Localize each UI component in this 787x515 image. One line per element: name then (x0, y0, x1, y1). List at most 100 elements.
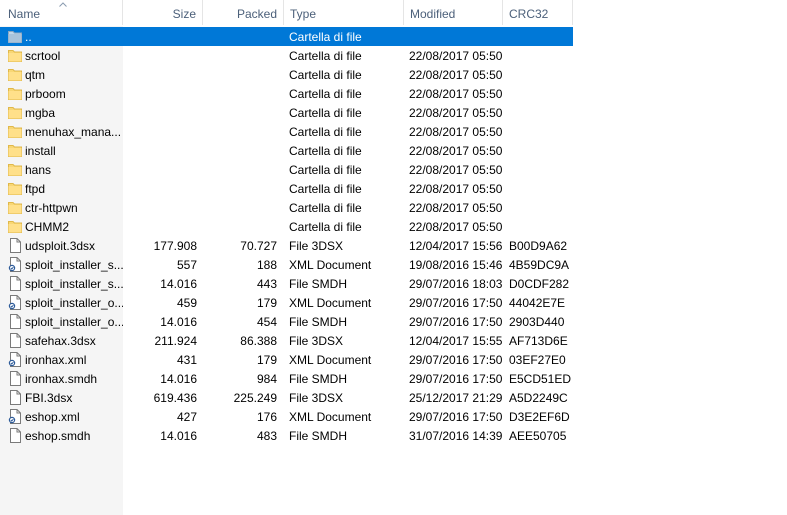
file-name: udsploit.3dsx (25, 239, 96, 253)
column-header-packed[interactable]: Packed (203, 0, 284, 25)
file-size (123, 103, 197, 122)
file-crc32: 4B59DC9A (509, 258, 570, 272)
file-type: XML Document (289, 296, 372, 310)
table-row[interactable]: mgba Cartella di file 22/08/2017 05:50 (0, 103, 787, 122)
file-size: 177.908 (153, 239, 197, 253)
table-row[interactable]: ironhax.xml 431 179 XML Document 29/07/2016 … (0, 350, 787, 369)
file-packed-size (203, 198, 277, 217)
file-crc32 (509, 27, 573, 46)
file-crc32 (509, 179, 573, 198)
table-row[interactable]: CHMM2 Cartella di file 22/08/2017 05:50 (0, 217, 787, 236)
table-row[interactable]: sploit_installer_o... 14.016 454 File SMDH 2… (0, 312, 787, 331)
file-name: install (25, 144, 56, 158)
file-list-view: Name Size Packed Type Modified CRC32 .. C… (0, 0, 787, 515)
table-row[interactable]: prboom Cartella di file 22/08/2017 05:50 (0, 84, 787, 103)
file-packed-size (203, 27, 277, 46)
table-row[interactable]: ctr-httpwn Cartella di file 22/08/2017 05:… (0, 198, 787, 217)
folder-icon (8, 105, 22, 120)
file-packed-size: 179 (256, 353, 277, 367)
file-packed-size: 225.249 (233, 391, 277, 405)
file-packed-size (203, 217, 277, 236)
folder-icon (8, 143, 22, 158)
folder-icon (8, 181, 22, 196)
file-crc32 (509, 160, 573, 179)
file-packed-size: 483 (256, 429, 277, 443)
file-modified: 22/08/2017 05:50 (409, 144, 503, 158)
file-name: sploit_installer_o... (25, 296, 123, 310)
table-row[interactable]: safehax.3dsx 211.924 86.388 File 3DSX 12/04/… (0, 331, 787, 350)
table-row[interactable]: eshop.xml 427 176 XML Document 29/07/2016 17… (0, 407, 787, 426)
file-modified: 22/08/2017 05:50 (409, 220, 503, 234)
file-size (123, 27, 197, 46)
table-row[interactable]: install Cartella di file 22/08/2017 05:50 (0, 141, 787, 160)
file-packed-size (203, 122, 277, 141)
file-modified: 12/04/2017 15:56 (409, 239, 503, 253)
file-name: CHMM2 (25, 220, 69, 234)
column-header-type[interactable]: Type (284, 0, 404, 25)
table-row[interactable]: qtm Cartella di file 22/08/2017 05:50 (0, 65, 787, 84)
file-crc32 (509, 198, 573, 217)
file-crc32 (509, 217, 573, 236)
table-row-selected[interactable]: .. Cartella di file (0, 27, 573, 46)
file-name: eshop.smdh (25, 429, 91, 443)
file-packed-size: 188 (256, 258, 277, 272)
table-row[interactable]: eshop.smdh 14.016 483 File SMDH 31/07/2016 1… (0, 426, 787, 445)
file-modified: 22/08/2017 05:50 (409, 125, 503, 139)
file-modified: 22/08/2017 05:50 (409, 163, 503, 177)
file-type: Cartella di file (289, 182, 362, 196)
file-name: ironhax.smdh (25, 372, 98, 386)
file-name: ironhax.xml (25, 353, 87, 367)
file-size: 14.016 (160, 315, 197, 329)
file-size (123, 217, 197, 236)
column-header-size[interactable]: Size (123, 0, 203, 25)
file-crc32: 2903D440 (509, 315, 565, 329)
column-header-crc32[interactable]: CRC32 (503, 0, 573, 25)
file-type: File SMDH (289, 429, 348, 443)
table-row[interactable]: udsploit.3dsx 177.908 70.727 File 3DSX 12/04… (0, 236, 787, 255)
file-size: 14.016 (160, 372, 197, 386)
file-modified: 29/07/2016 18:03 (409, 277, 503, 291)
file-type: XML Document (289, 258, 372, 272)
file-type: XML Document (289, 353, 372, 367)
column-header-modified[interactable]: Modified (404, 0, 503, 25)
file-icon (8, 333, 22, 348)
table-row[interactable]: scrtool Cartella di file 22/08/2017 05:50 (0, 46, 787, 65)
file-crc32 (509, 103, 573, 122)
folder-icon (8, 162, 22, 177)
xml-file-icon (8, 409, 22, 424)
table-row[interactable]: ironhax.smdh 14.016 984 File SMDH 29/07/2016… (0, 369, 787, 388)
file-crc32: D3E2EF6D (509, 410, 570, 424)
table-row[interactable]: sploit_installer_s... 557 188 XML Document 1… (0, 255, 787, 274)
table-row[interactable]: menuhax_mana... Cartella di file 22/08/201… (0, 122, 787, 141)
table-row[interactable]: FBI.3dsx 619.436 225.249 File 3DSX 25/12/201… (0, 388, 787, 407)
table-row[interactable]: hans Cartella di file 22/08/2017 05:50 (0, 160, 787, 179)
file-size (123, 84, 197, 103)
file-crc32: 03EF27E0 (509, 353, 566, 367)
file-modified: 22/08/2017 05:50 (409, 106, 503, 120)
file-name: menuhax_mana... (25, 125, 122, 139)
file-type: File SMDH (289, 277, 348, 291)
folder-icon (8, 86, 22, 101)
file-name: FBI.3dsx (25, 391, 73, 405)
file-modified (409, 27, 503, 46)
file-type: File 3DSX (289, 391, 344, 405)
file-modified: 29/07/2016 17:50 (409, 296, 503, 310)
file-size (123, 160, 197, 179)
file-type: XML Document (289, 410, 372, 424)
table-row[interactable]: ftpd Cartella di file 22/08/2017 05:50 (0, 179, 787, 198)
file-name: prboom (25, 87, 66, 101)
table-row[interactable]: sploit_installer_o... 459 179 XML Document 2… (0, 293, 787, 312)
file-name: sploit_installer_s... (25, 277, 123, 291)
file-type: File 3DSX (289, 239, 344, 253)
file-modified: 25/12/2017 21:29 (409, 391, 503, 405)
file-crc32: A5D2249C (509, 391, 568, 405)
file-size (123, 141, 197, 160)
table-row[interactable]: sploit_installer_s... 14.016 443 File SMDH 2… (0, 274, 787, 293)
file-type: Cartella di file (289, 49, 362, 63)
file-modified: 22/08/2017 05:50 (409, 201, 503, 215)
file-crc32 (509, 84, 573, 103)
file-icon (8, 314, 22, 329)
file-name: mgba (25, 106, 56, 120)
file-modified: 22/08/2017 05:50 (409, 87, 503, 101)
file-type: Cartella di file (289, 106, 362, 120)
